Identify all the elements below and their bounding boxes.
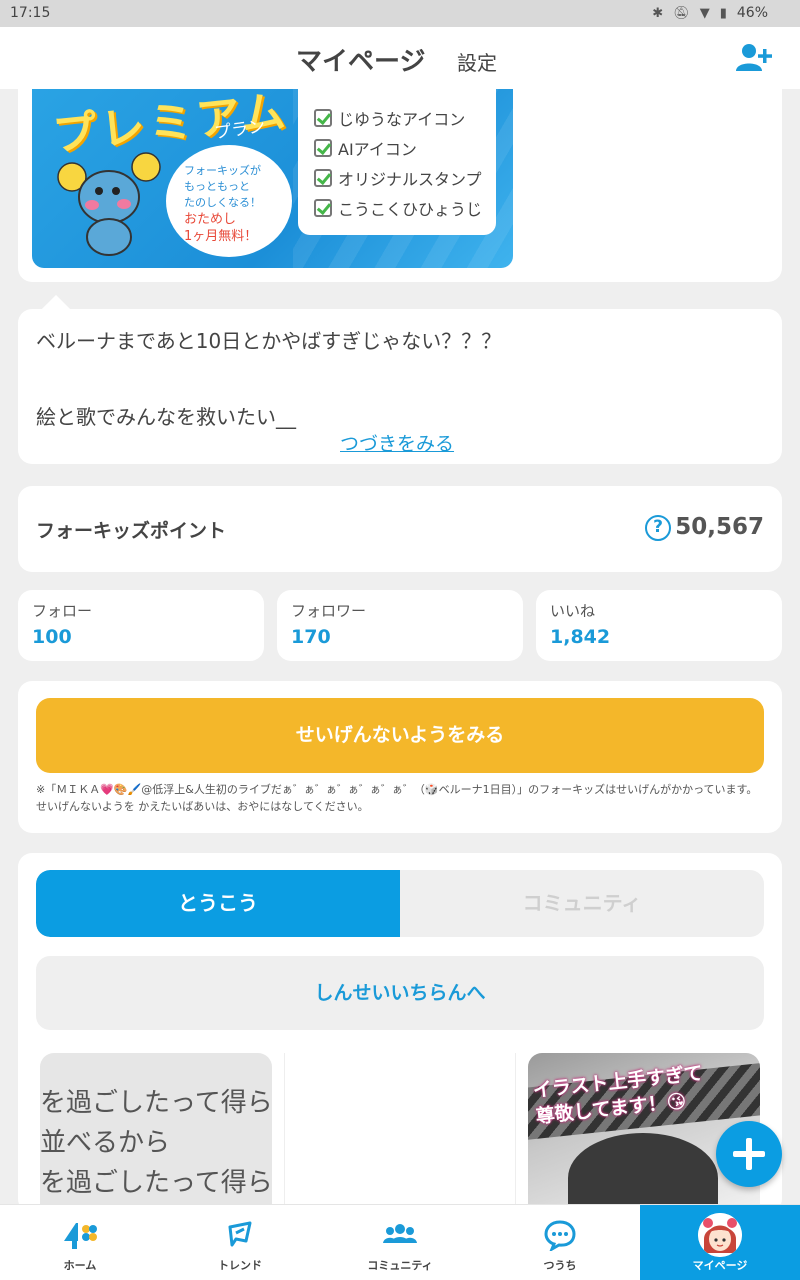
posts-section: とうこう コミュニティ しんせいいちらんへ を過ごしたって得ら 並べるから を過… <box>18 853 782 1213</box>
checkbox-checked-icon <box>314 169 332 187</box>
nav-label: ホーム <box>63 1259 97 1272</box>
follower-stat[interactable]: フォロワー 170 <box>277 590 523 661</box>
nav-label: コミュニティ <box>367 1259 433 1272</box>
battery-percent: 46% <box>736 5 768 21</box>
community-icon <box>383 1224 417 1243</box>
feature-item: オリジナルスタンプ <box>314 163 496 193</box>
nav-label: マイページ <box>692 1259 748 1272</box>
avatar-icon <box>698 1213 742 1257</box>
follow-stat[interactable]: フォロー 100 <box>18 590 264 661</box>
status-icons: ✱ 🔕︎ ▼ ▮ 46% <box>652 5 768 21</box>
restriction-card: せいげんないようをみる ※「ＭＩＫＡ💗🎨🖌️@低浮上&人生初のライブだぁ゛ぁ゛ぁ… <box>18 681 782 833</box>
nav-label: トレンド <box>218 1259 262 1272</box>
post-thumbnail[interactable] <box>284 1053 516 1213</box>
tab-posts[interactable]: とうこう <box>36 870 400 937</box>
bluetooth-icon: ✱ <box>652 5 664 21</box>
status-time: 17:15 <box>10 5 51 21</box>
applications-list-button[interactable]: しんせいいちらんへ <box>36 956 764 1030</box>
premium-banner[interactable]: プレミアム プラン フォーキッズが もっともっと たのしくなる！ おためし 1ヶ… <box>32 89 513 268</box>
feature-item: AIアイコン <box>314 133 496 163</box>
points-card: フォーキッズポイント ? 50,567 <box>18 486 782 572</box>
points-label: フォーキッズポイント <box>36 520 227 542</box>
stat-label: いいね <box>550 602 596 620</box>
trend-icon <box>228 1221 252 1247</box>
stat-value: 170 <box>291 626 331 648</box>
stat-label: フォロワー <box>291 602 367 620</box>
view-restrictions-button[interactable]: せいげんないようをみる <box>36 698 764 773</box>
nav-trend[interactable]: トレンド <box>160 1205 320 1280</box>
page-title: マイページ <box>296 47 426 77</box>
feature-item: こうこくひひょうじ <box>314 193 496 223</box>
stat-value: 100 <box>32 626 72 648</box>
nav-notifications[interactable]: つうち <box>480 1205 640 1280</box>
posts-tabs: とうこう コミュニティ <box>36 870 764 937</box>
add-user-icon[interactable] <box>736 43 772 73</box>
bio-line: 絵と歌でみんなを救いたい__ <box>36 405 296 429</box>
restriction-note: ※「ＭＩＫＡ💗🎨🖌️@低浮上&人生初のライブだぁ゛ぁ゛ぁ゛ぁ゛ぁ゛ぁ゛（🎲ベルー… <box>36 783 758 813</box>
battery-icon: ▮ <box>719 5 727 21</box>
stat-label: フォロー <box>32 602 93 620</box>
points-value: 50,567 <box>675 514 764 540</box>
profile-bio: ベルーナまであと10日とかやばすぎじゃない？？？ 絵と歌でみんなを救いたい__ … <box>18 294 782 464</box>
premium-feature-list: じゆうなアイコン AIアイコン オリジナルスタンプ こうこくひひょうじ <box>298 89 496 235</box>
likes-stat[interactable]: いいね 1,842 <box>536 590 782 661</box>
settings-link[interactable]: 設定 <box>457 47 497 76</box>
nav-label: つうち <box>543 1259 577 1272</box>
bio-line: ベルーナまであと10日とかやばすぎじゃない？？？ <box>36 329 502 353</box>
app-bar: マイページ 設定 <box>0 27 800 89</box>
mascot-illustration <box>57 152 161 256</box>
nav-community[interactable]: コミュニティ <box>320 1205 480 1280</box>
feature-item: じゆうなアイコン <box>314 103 496 133</box>
status-bar: 17:15 ✱ 🔕︎ ▼ ▮ 46% <box>0 0 800 27</box>
bottom-navigation: ホーム トレンド コミュニティ つうち マイページ <box>0 1204 800 1280</box>
post-thumbnail[interactable]: を過ごしたって得ら 並べるから を過ごしたって得ら <box>40 1053 272 1213</box>
checkbox-checked-icon <box>314 199 332 217</box>
tab-community[interactable]: コミュニティ <box>400 870 764 937</box>
stat-value: 1,842 <box>550 626 611 648</box>
premium-card: プレミアム プラン フォーキッズが もっともっと たのしくなる！ おためし 1ヶ… <box>18 89 782 282</box>
checkbox-checked-icon <box>314 139 332 157</box>
create-post-button[interactable] <box>716 1121 782 1187</box>
checkbox-checked-icon <box>314 109 332 127</box>
notification-icon <box>544 1220 576 1251</box>
help-icon[interactable]: ? <box>645 515 671 541</box>
mute-icon: 🔕︎ <box>673 5 690 21</box>
nav-home[interactable]: ホーム <box>0 1205 160 1280</box>
home-icon <box>64 1223 97 1249</box>
read-more-link[interactable]: つづきをみる <box>340 429 454 456</box>
speech-bubble: フォーキッズが もっともっと たのしくなる！ おためし 1ヶ月無料！ <box>166 145 292 257</box>
wifi-icon: ▼ <box>699 5 710 21</box>
nav-mypage[interactable]: マイページ <box>640 1205 800 1280</box>
